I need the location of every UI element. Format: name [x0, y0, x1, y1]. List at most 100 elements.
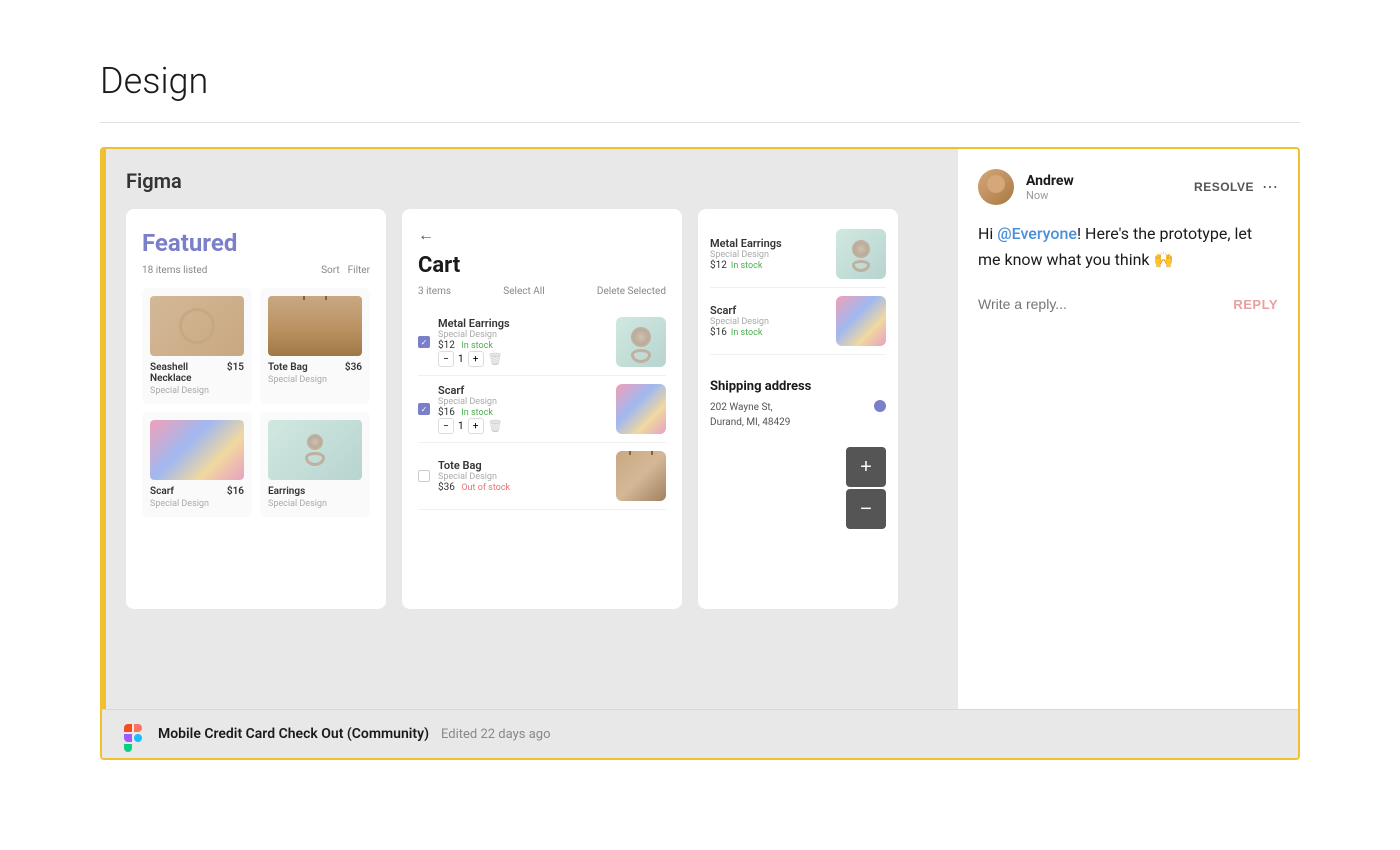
reply-area: REPLY [978, 296, 1278, 312]
stock-status: In stock [461, 341, 493, 351]
cart-item-price: $12 In stock [438, 340, 608, 351]
items-grid: Seashell Necklace $15 Special Design [142, 288, 370, 517]
cart-item-info: Scarf Special Design $16 In stock − 1 + [438, 384, 608, 434]
avatar [978, 169, 1014, 205]
item-sub: Special Design [150, 386, 244, 396]
list-item[interactable]: Scarf $16 Special Design [142, 412, 252, 517]
right-item-name: Metal Earrings [710, 237, 828, 250]
right-cart-item: Metal Earrings Special Design $12 In sto… [710, 221, 886, 288]
author-info: Andrew Now [1026, 173, 1182, 202]
list-item[interactable]: Seashell Necklace $15 Special Design [142, 288, 252, 404]
filter-label[interactable]: Filter [348, 265, 370, 276]
cart-checkbox[interactable]: ✓ [418, 470, 430, 482]
shipping-address: 202 Wayne St, Durand, MI, 48429 [710, 400, 790, 430]
cart-item: ✓ Metal Earrings Special Design $12 In s… [418, 309, 666, 376]
cart-actions: 3 items Select All Delete Selected [418, 286, 666, 297]
shipping-title: Shipping address [710, 379, 886, 394]
cart-item-image [616, 384, 666, 434]
figma-footer-logo [122, 722, 146, 746]
right-stock: In stock [731, 261, 763, 271]
right-item-price: $12 [710, 260, 727, 271]
cart-checkbox[interactable]: ✓ [418, 403, 430, 415]
right-stock: In stock [731, 328, 763, 338]
right-item-image [836, 296, 886, 346]
qty-decrease[interactable]: − [438, 351, 454, 367]
item-name-price: Earrings [268, 486, 362, 497]
stock-status: In stock [461, 408, 493, 418]
comment-actions: RESOLVE ⋯ [1194, 177, 1278, 197]
right-item-name: Scarf [710, 304, 828, 317]
screen-cart: ← Cart 3 items Select All Delete Selecte… [402, 209, 682, 609]
item-name: Earrings [268, 486, 305, 497]
item-name-price: Scarf $16 [150, 486, 244, 497]
right-item-sub: Special Design [710, 250, 828, 260]
right-item-price: $16 [710, 327, 727, 338]
cart-item-image [616, 451, 666, 501]
item-name: Seashell Necklace [150, 362, 227, 384]
delete-selected[interactable]: Delete Selected [597, 286, 666, 297]
footer-meta: Edited 22 days ago [441, 727, 550, 742]
page-title: Design [100, 60, 1300, 102]
tote-handle [303, 296, 327, 300]
delete-icon[interactable]: 🗑 [488, 352, 503, 366]
zoom-out-button[interactable]: − [846, 489, 886, 529]
item-image [150, 296, 244, 356]
comment-body: Hi @Everyone! Here's the prototype, let … [978, 221, 1278, 272]
stock-status: Out of stock [461, 483, 510, 493]
item-name-price: Seashell Necklace $15 [150, 362, 244, 384]
item-sub: Special Design [268, 375, 362, 385]
cart-item-sub: Special Design [438, 330, 608, 340]
reply-input[interactable] [978, 296, 1225, 312]
sort-label[interactable]: Sort [321, 265, 340, 276]
tote-icon [268, 296, 362, 356]
comment-time: Now [1026, 189, 1182, 202]
list-item[interactable]: Earrings Special Design [260, 412, 370, 517]
item-sub: Special Design [150, 499, 244, 509]
qty-decrease[interactable]: − [438, 418, 454, 434]
card-footer: Mobile Credit Card Check Out (Community)… [102, 709, 1298, 758]
cart-item: ✓ Scarf Special Design $16 In stock − [418, 376, 666, 443]
items-count: 18 items listed [142, 265, 207, 276]
featured-title: Featured [142, 229, 370, 257]
footer-title: Mobile Credit Card Check Out (Community) [158, 726, 429, 742]
radio-button[interactable] [874, 400, 886, 412]
figma-panel: Figma Featured 18 items listed Sort Filt… [106, 149, 958, 709]
cart-item-name: Scarf [438, 384, 608, 397]
cart-item-count: 3 items [418, 286, 451, 297]
qty-control: − 1 + 🗑 [438, 418, 608, 434]
comment-panel: Andrew Now RESOLVE ⋯ Hi @Everyone! Here'… [958, 149, 1298, 709]
qty-value: 1 [458, 354, 464, 365]
cart-item-name: Metal Earrings [438, 317, 608, 330]
main-card: Figma Featured 18 items listed Sort Filt… [100, 147, 1300, 760]
back-button[interactable]: ← [418, 225, 666, 245]
list-item[interactable]: Tote Bag $36 Special Design [260, 288, 370, 404]
cart-item-price: $16 In stock [438, 407, 608, 418]
screen-right: Metal Earrings Special Design $12 In sto… [698, 209, 898, 609]
resolve-button[interactable]: RESOLVE [1194, 180, 1254, 194]
qty-increase[interactable]: + [468, 351, 484, 367]
comment-prefix: Hi [978, 224, 997, 243]
item-sub: Special Design [268, 499, 362, 509]
qty-increase[interactable]: + [468, 418, 484, 434]
select-all[interactable]: Select All [503, 286, 544, 297]
shipping-section: Shipping address 202 Wayne St, Durand, M… [698, 367, 898, 442]
right-item-image [836, 229, 886, 279]
more-options-button[interactable]: ⋯ [1262, 177, 1278, 197]
qty-control: − 1 + 🗑 [438, 351, 608, 367]
item-image [268, 296, 362, 356]
item-price: $36 [345, 362, 362, 373]
item-name: Scarf [150, 486, 174, 497]
delete-icon[interactable]: 🗑 [488, 419, 503, 433]
cart-checkbox[interactable]: ✓ [418, 336, 430, 348]
author-name: Andrew [1026, 173, 1182, 189]
zoom-in-button[interactable]: + [846, 447, 886, 487]
cart-item-image [616, 317, 666, 367]
cart-item-name: Tote Bag [438, 459, 608, 472]
sort-filter: Sort Filter [321, 265, 370, 276]
comment-mention: @Everyone [997, 224, 1077, 243]
cart-item: ✓ Tote Bag Special Design $36 Out of sto… [418, 443, 666, 510]
right-item-sub: Special Design [710, 317, 828, 327]
item-name: Tote Bag [268, 362, 308, 373]
cart-item-sub: Special Design [438, 397, 608, 407]
reply-button[interactable]: REPLY [1233, 297, 1278, 312]
